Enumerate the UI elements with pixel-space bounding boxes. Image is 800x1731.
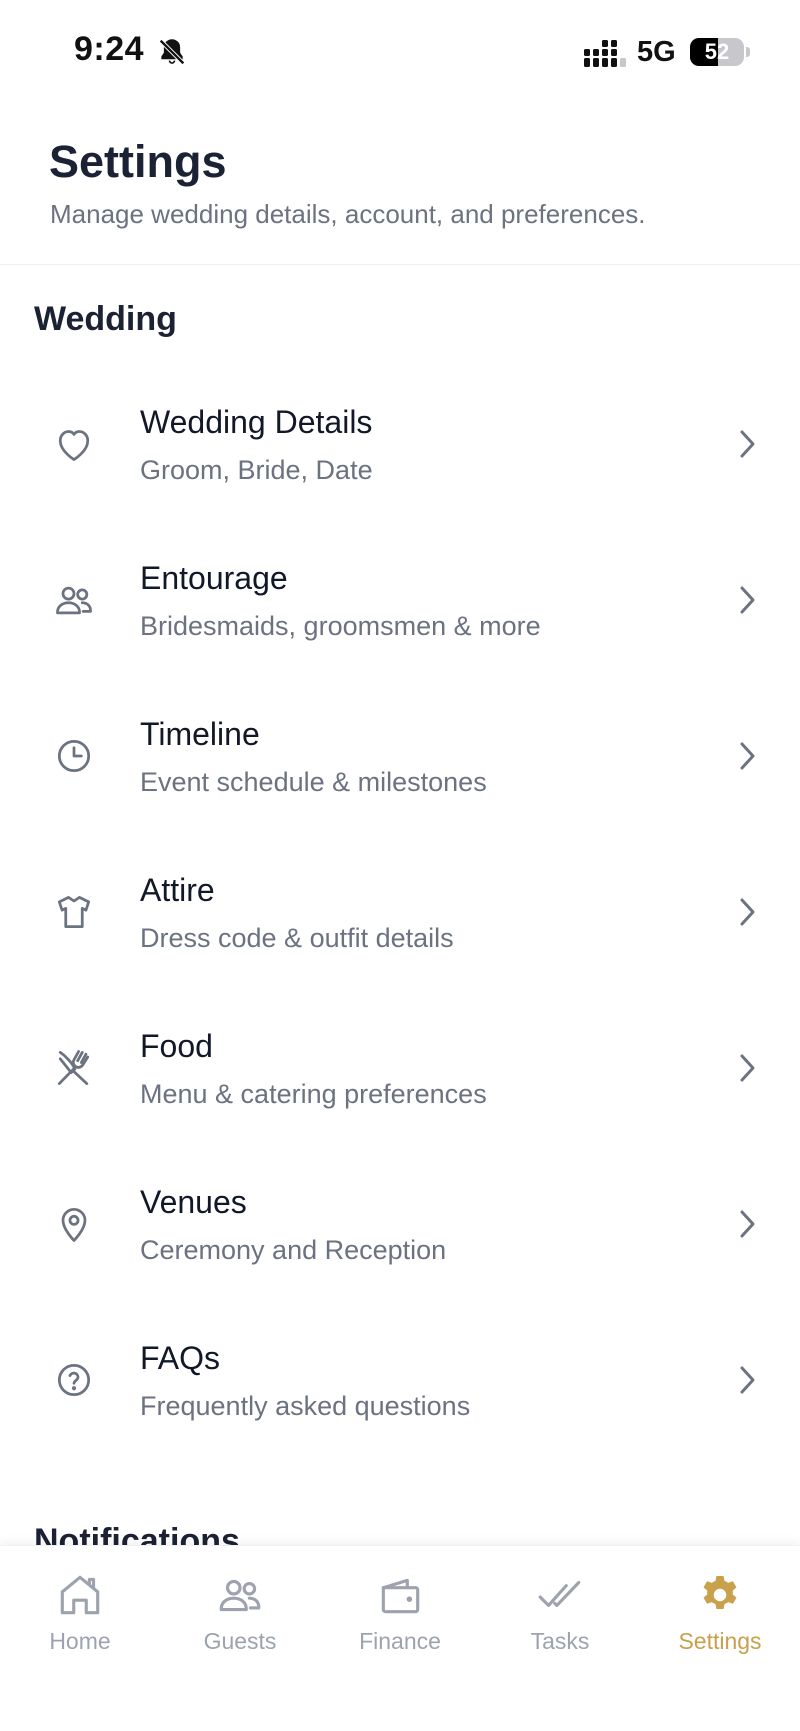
tab-guests[interactable]: Guests: [160, 1546, 320, 1666]
chevron-right-icon: [740, 586, 755, 614]
item-description: Dress code & outfit details: [140, 923, 454, 953]
item-title: Venues: [140, 1184, 247, 1220]
settings-item-food[interactable]: Food Menu & catering preferences: [0, 990, 800, 1146]
shirt-icon: [52, 890, 96, 934]
page-header: Settings Manage wedding details, account…: [0, 100, 800, 265]
settings-item-timeline[interactable]: Timeline Event schedule & milestones: [0, 678, 800, 834]
page-title: Settings: [49, 136, 227, 187]
wallet-icon: [381, 1578, 420, 1614]
tab-label: Finance: [359, 1628, 441, 1654]
tab-label: Home: [49, 1628, 111, 1654]
item-title: Food: [140, 1028, 213, 1064]
users-icon: [219, 1579, 261, 1612]
item-description: Event schedule & milestones: [140, 767, 487, 797]
chevron-right-icon: [740, 1366, 755, 1394]
battery-icon: 52: [690, 38, 744, 66]
chevron-right-icon: [740, 1054, 755, 1082]
settings-item-attire[interactable]: Attire Dress code & outfit details: [0, 834, 800, 990]
item-description: Frequently asked questions: [140, 1391, 471, 1421]
tab-label: Guests: [203, 1628, 277, 1654]
home-icon: [60, 1575, 100, 1615]
settings-item-entourage[interactable]: Entourage Bridesmaids, groomsmen & more: [0, 522, 800, 678]
cellular-signal-icon: [584, 40, 626, 67]
tab-settings[interactable]: Settings: [640, 1546, 800, 1666]
item-description: Bridesmaids, groomsmen & more: [140, 611, 541, 641]
settings-item-wedding-details[interactable]: Wedding Details Groom, Bride, Date: [0, 366, 800, 522]
wedding-settings-list: Wedding Details Groom, Bride, Date Entou…: [0, 366, 800, 1458]
item-description: Groom, Bride, Date: [140, 455, 373, 485]
tab-home[interactable]: Home: [0, 1546, 160, 1666]
chevron-right-icon: [740, 1210, 755, 1238]
chevron-right-icon: [740, 898, 755, 926]
tab-label: Tasks: [530, 1628, 590, 1654]
status-bar: 9:24 5G 52: [0, 0, 800, 100]
map-pin-icon: [52, 1202, 96, 1246]
tab-label: Settings: [678, 1628, 762, 1654]
item-title: Attire: [140, 872, 215, 908]
tab-finance[interactable]: Finance: [320, 1546, 480, 1666]
item-title: FAQs: [140, 1340, 221, 1376]
chevron-right-icon: [740, 430, 755, 458]
double-check-icon: [538, 1580, 581, 1607]
clock-icon: [52, 734, 96, 778]
chevron-right-icon: [740, 742, 755, 770]
item-title: Timeline: [140, 716, 260, 752]
item-description: Menu & catering preferences: [140, 1079, 487, 1109]
bottom-tab-bar: Home Guests Finance Tasks Settings: [0, 1545, 800, 1731]
item-title: Wedding Details: [140, 404, 373, 440]
section-title-wedding: Wedding: [34, 300, 177, 338]
help-circle-icon: [52, 1358, 96, 1402]
network-type: 5G: [637, 36, 676, 68]
heart-icon: [52, 422, 96, 466]
settings-item-venues[interactable]: Venues Ceremony and Reception: [0, 1146, 800, 1302]
page-subtitle: Manage wedding details, account, and pre…: [50, 199, 646, 229]
battery-level: 52: [704, 39, 730, 64]
gear-icon: [703, 1576, 737, 1609]
settings-item-faqs[interactable]: FAQs Frequently asked questions: [0, 1302, 800, 1458]
bell-off-icon: [159, 39, 185, 65]
battery-tip: [746, 47, 750, 57]
item-title: Entourage: [140, 560, 288, 596]
status-time: 9:24: [74, 30, 145, 68]
tab-tasks[interactable]: Tasks: [480, 1546, 640, 1666]
people-icon: [52, 578, 96, 622]
item-description: Ceremony and Reception: [140, 1235, 447, 1265]
utensils-icon: [52, 1046, 96, 1090]
